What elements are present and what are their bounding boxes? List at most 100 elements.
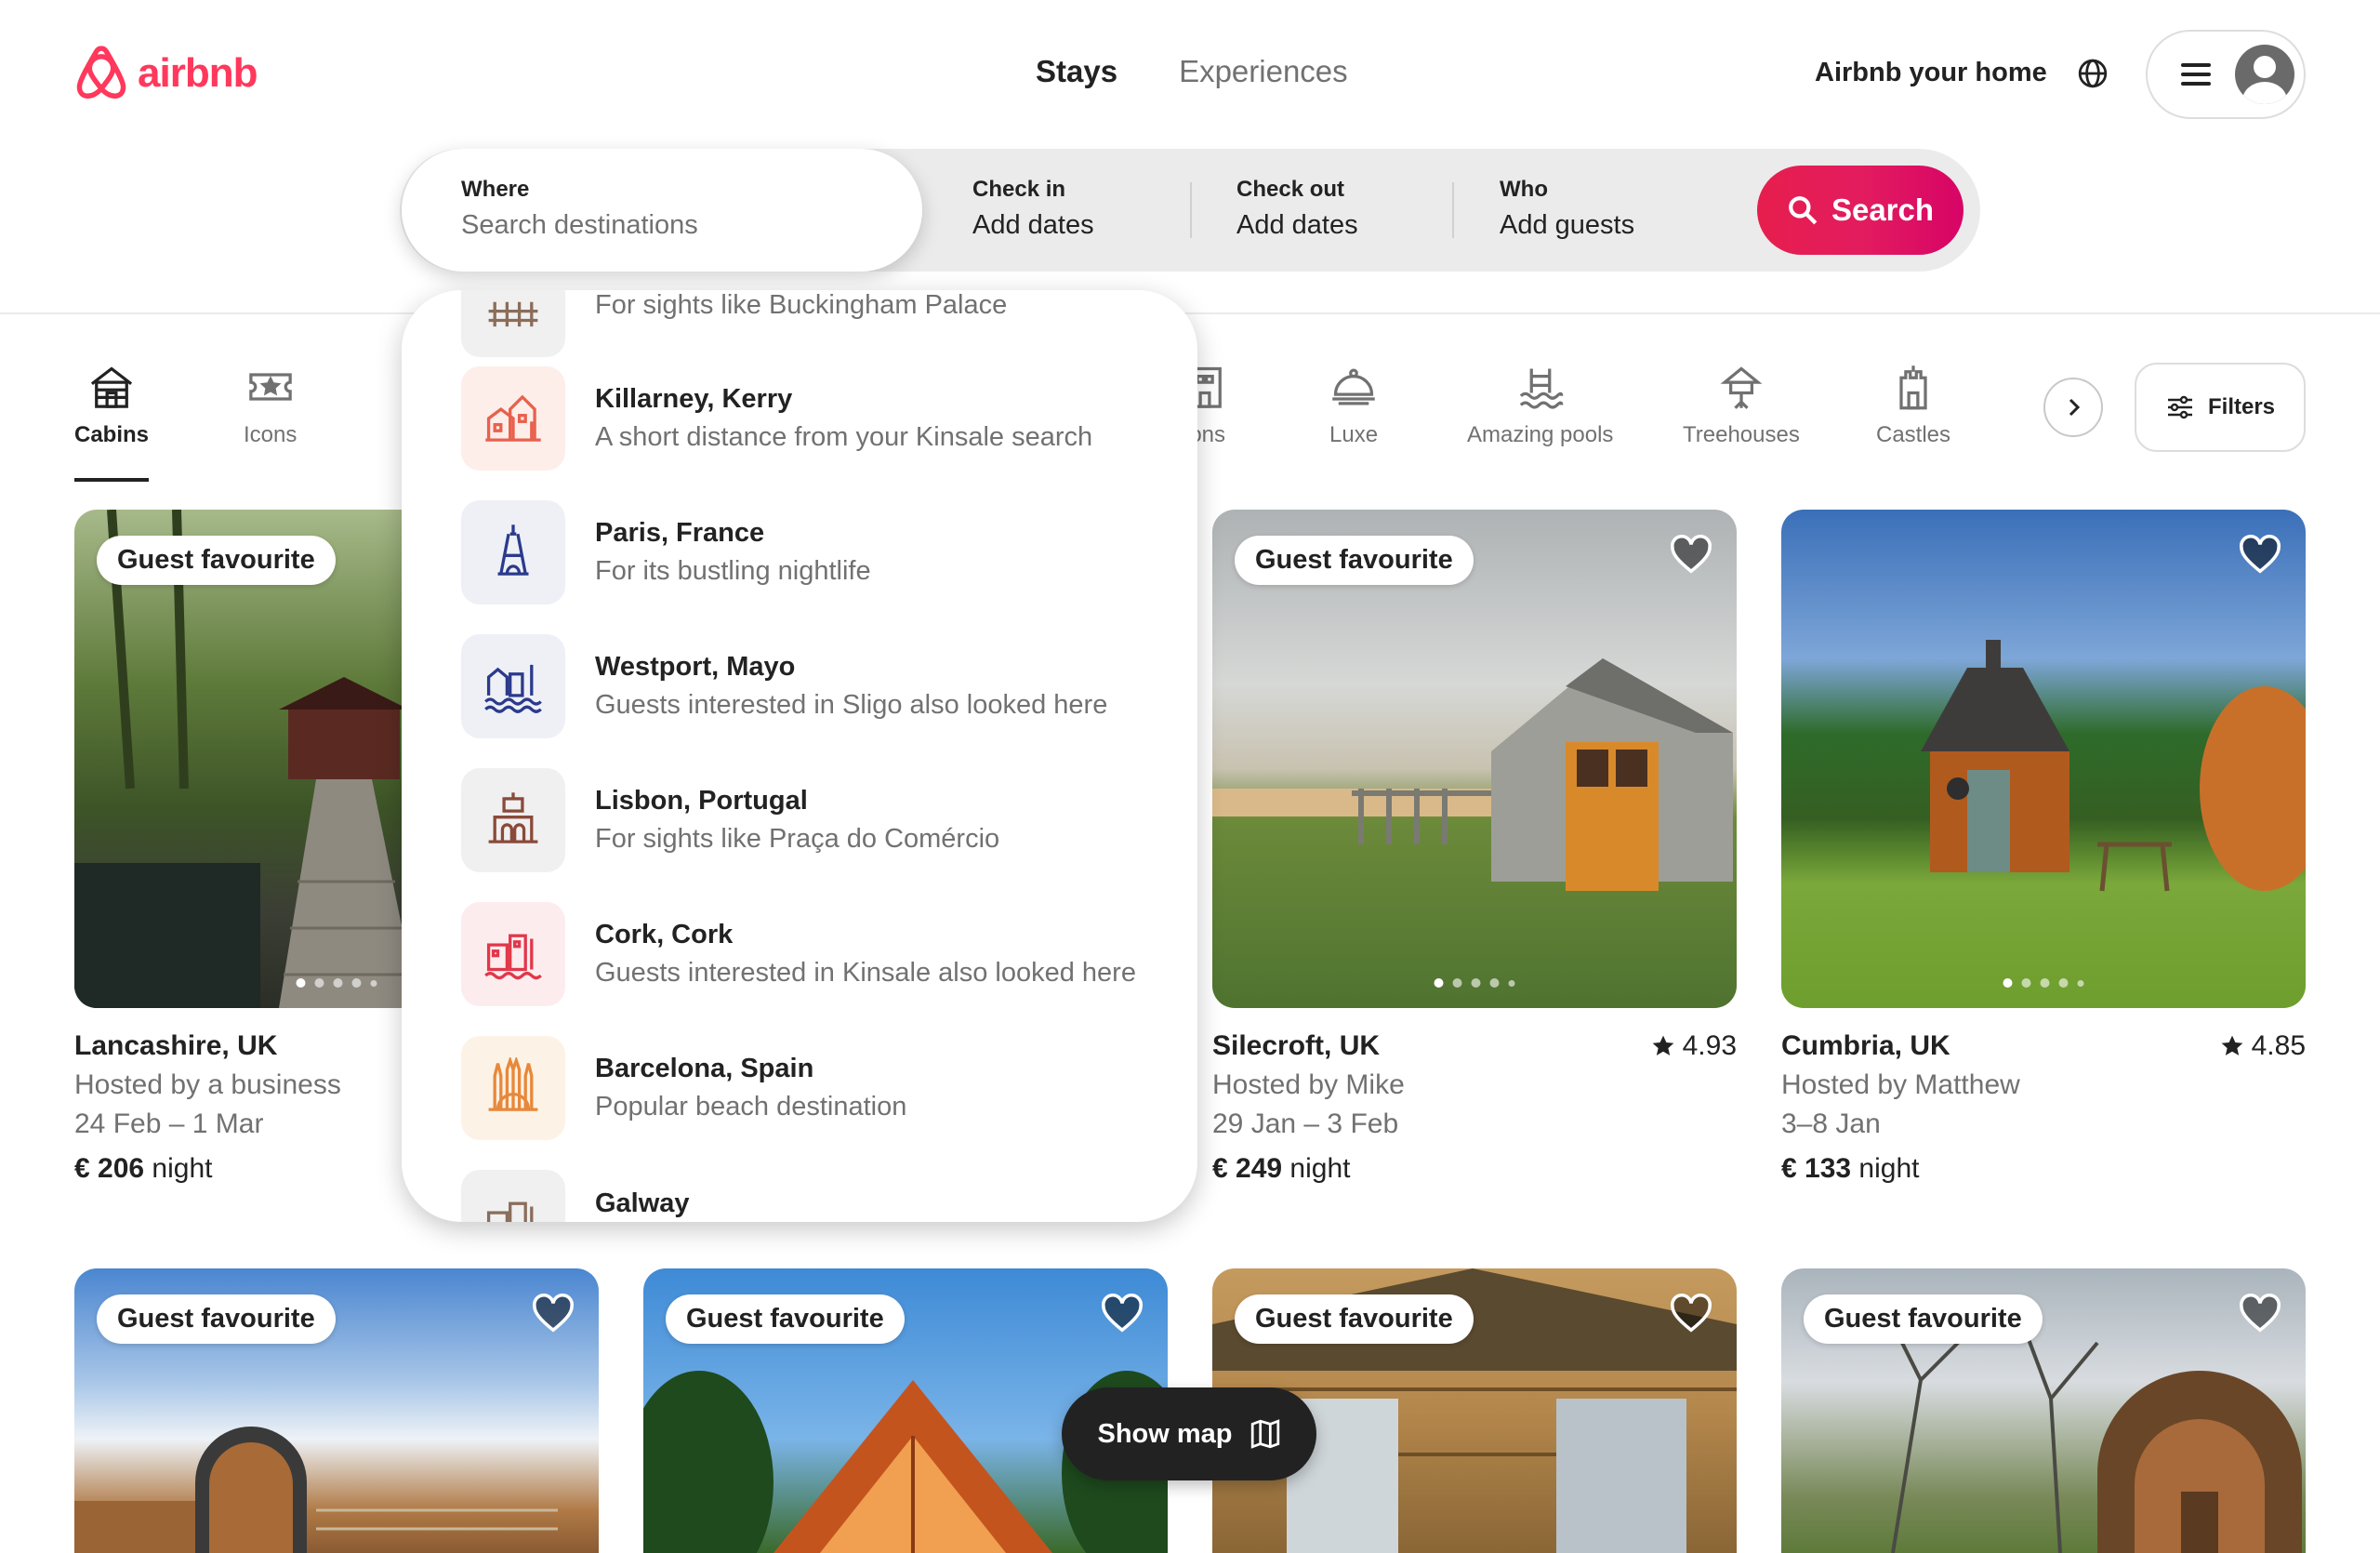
heart-icon[interactable] — [2239, 534, 2281, 577]
suggestion-item[interactable]: Paris, France For its bustling nightlife — [461, 500, 1168, 604]
listing-photo[interactable]: Guest favourite — [74, 1268, 599, 1553]
listing-photo[interactable]: Guest favourite — [1781, 1268, 2306, 1553]
listing-dates: 29 Jan – 3 Feb — [1212, 1108, 1399, 1139]
heart-icon[interactable] — [532, 1293, 575, 1335]
airbnb-logo[interactable]: airbnb — [74, 43, 258, 104]
chevron-right-icon — [2069, 398, 2081, 417]
suggestion-subtitle: For sights like Buckingham Palace — [595, 290, 1008, 320]
listing-location: Silecroft, UK — [1212, 1030, 1381, 1061]
menu-icon — [2181, 63, 2211, 86]
suggestion-item[interactable]: Westport, Mayo Guests interested in Slig… — [461, 634, 1168, 738]
category-cabins[interactable]: Cabins — [74, 363, 150, 482]
search-button-label: Search — [1831, 192, 1935, 227]
city-icon — [461, 1170, 565, 1222]
who-value: Add guests — [1500, 210, 1635, 240]
heart-icon[interactable] — [2239, 1293, 2281, 1335]
price-unit: night — [1858, 1153, 1920, 1184]
where-input[interactable]: Search destinations — [461, 210, 922, 241]
where-field[interactable]: Where Search destinations — [402, 149, 922, 272]
category-luxe[interactable]: Luxe — [1329, 363, 1378, 448]
luxe-bell-icon — [1332, 368, 1375, 405]
photo-pager-dots[interactable] — [2003, 978, 2084, 988]
suggestion-title: Cork, Cork — [595, 920, 734, 949]
listing-card[interactable]: Guest favourite — [1781, 1268, 2306, 1553]
suggestion-item[interactable]: Lisbon, Portugal For sights like Praça d… — [461, 768, 1168, 872]
who-field[interactable]: Who Add guests — [1500, 177, 1634, 241]
suggestion-subtitle: For sights like Praça do Comércio — [595, 824, 1000, 854]
check-out-value: Add dates — [1236, 210, 1358, 240]
category-castles[interactable]: Castles — [1876, 363, 1950, 448]
listing-price: € 133 — [1781, 1153, 1852, 1184]
suggestion-item[interactable]: Galway — [461, 1170, 1168, 1222]
globe-icon[interactable] — [2077, 58, 2109, 89]
suggestion-title: Killarney, Kerry — [595, 384, 793, 414]
category-label: Cabins — [74, 422, 150, 447]
suggestion-item[interactable]: Killarney, Kerry A short distance from y… — [461, 366, 1168, 471]
suggestion-item[interactable]: Barcelona, Spain Popular beach destinati… — [461, 1036, 1168, 1140]
tab-experiences[interactable]: Experiences — [1179, 54, 1348, 89]
listing-photo[interactable] — [1781, 510, 2306, 1008]
suggestion-subtitle: Guests interested in Sligo also looked h… — [595, 690, 1108, 720]
check-out-field[interactable]: Check out Add dates — [1236, 177, 1358, 241]
map-icon — [1250, 1419, 1279, 1449]
town-icon — [461, 366, 565, 471]
search-icon — [1789, 196, 1818, 225]
tab-stays[interactable]: Stays — [1036, 54, 1117, 89]
show-map-button[interactable]: Show map — [1062, 1387, 1316, 1480]
listing-location: Cumbria, UK — [1781, 1030, 1950, 1061]
suggestion-subtitle: Guests interested in Kinsale also looked… — [595, 958, 1136, 988]
star-icon — [2221, 1035, 2242, 1055]
rating-value: 4.93 — [1682, 1030, 1737, 1061]
airbnb-your-home-link[interactable]: Airbnb your home — [1815, 58, 2047, 88]
suggestion-item[interactable]: Cork, Cork Guests interested in Kinsale … — [461, 902, 1168, 1006]
sliders-icon — [2167, 395, 2192, 419]
category-label: Luxe — [1329, 422, 1379, 447]
suggestion-subtitle: Popular beach destination — [595, 1092, 907, 1122]
heart-icon[interactable] — [1670, 534, 1712, 577]
garden-cabin-photo — [1921, 640, 2306, 892]
listing-card[interactable]: Guest favourite — [74, 1268, 599, 1553]
city-icon — [461, 902, 565, 1006]
search-button[interactable]: Search — [1757, 166, 1964, 255]
listing-rating: 4.93 — [1651, 1030, 1737, 1062]
price-unit: night — [1289, 1153, 1351, 1184]
heart-icon[interactable] — [1101, 1293, 1144, 1335]
eiffel-tower-icon — [461, 500, 565, 604]
photo-pager-dots[interactable] — [296, 978, 377, 988]
filters-button[interactable]: Filters — [2135, 363, 2306, 452]
listing-card[interactable]: Cumbria, UK 4.85 Hosted by Matthew 3–8 J… — [1781, 510, 2306, 1185]
category-amazing-pools[interactable]: Amazing pools — [1467, 363, 1613, 448]
suggestion-item[interactable]: For sights like Buckingham Palace — [461, 290, 1168, 357]
suggestion-title: Galway — [595, 1188, 690, 1218]
photo-pager-dots[interactable] — [1434, 978, 1515, 988]
destination-suggestions-dropdown: For sights like Buckingham Palace Killar… — [402, 290, 1197, 1222]
user-menu-button[interactable] — [2146, 30, 2306, 119]
filters-label: Filters — [2207, 394, 2276, 419]
castle-icon — [1899, 365, 1927, 410]
sagrada-familia-icon — [461, 1036, 565, 1140]
category-next-button[interactable] — [2043, 378, 2103, 437]
category-label: Treehouses — [1683, 422, 1800, 447]
listing-host: Hosted by Mike — [1212, 1069, 1405, 1100]
listing-card[interactable]: Guest favourite Silecroft, UK 4.93 Hoste… — [1212, 510, 1737, 1185]
guest-favourite-badge: Guest favourite — [1804, 1294, 2043, 1344]
rating-value: 4.85 — [2251, 1030, 2306, 1061]
primary-nav: Stays Experiences — [1036, 54, 1348, 89]
category-label: Icons — [244, 422, 298, 447]
where-label: Where — [461, 177, 530, 202]
category-treehouses[interactable]: Treehouses — [1683, 363, 1800, 448]
divider — [1452, 182, 1454, 238]
suggestion-subtitle: A short distance from your Kinsale searc… — [595, 422, 1093, 452]
listing-location: Lancashire, UK — [74, 1030, 278, 1061]
listing-price: € 206 — [74, 1153, 145, 1184]
divider — [1190, 182, 1192, 238]
check-in-field[interactable]: Check in Add dates — [972, 177, 1094, 241]
suggestion-title: Lisbon, Portugal — [595, 786, 808, 816]
listing-photo[interactable]: Guest favourite — [1212, 510, 1737, 1008]
star-icon — [1652, 1035, 1673, 1055]
check-out-label: Check out — [1236, 177, 1345, 202]
airbnb-logo-icon — [76, 46, 126, 99]
treehouse-icon — [1720, 366, 1763, 409]
heart-icon[interactable] — [1670, 1293, 1712, 1335]
category-icons[interactable]: Icons — [244, 363, 297, 448]
